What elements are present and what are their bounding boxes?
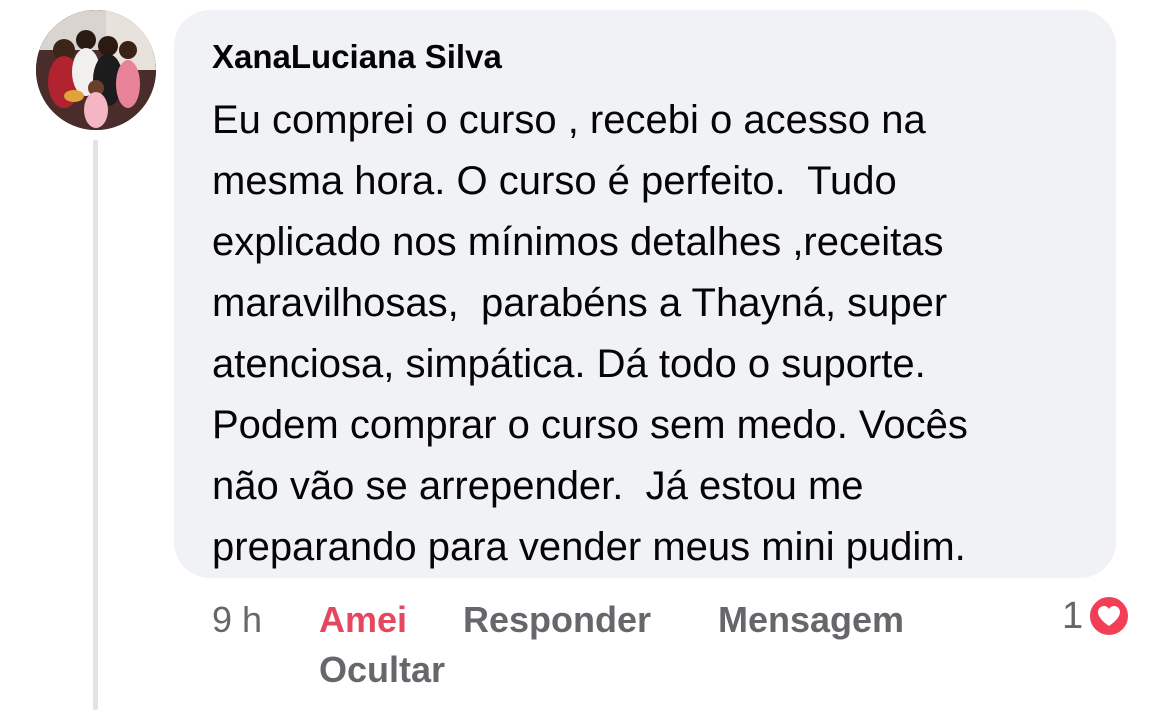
avatar[interactable] <box>36 10 156 130</box>
comment-text-line: atenciosa, simpática. Dá todo o suporte. <box>212 342 926 386</box>
reaction-summary[interactable]: 1 <box>1062 592 1132 640</box>
reply-button[interactable]: Responder <box>463 596 651 644</box>
comment-text-line: preparando para vender meus mini pudim. <box>212 525 966 569</box>
comment-text-line: não vão se arrepender. Já estou me <box>212 464 864 508</box>
message-button[interactable]: Mensagem <box>718 596 904 644</box>
comment-timestamp[interactable]: 9 h <box>212 596 262 644</box>
hide-button[interactable]: Ocultar <box>319 646 445 694</box>
comment-text-line: maravilhosas, parabéns a Thayná, super <box>212 281 948 325</box>
reaction-count: 1 <box>1062 594 1084 637</box>
comment-text-line: Podem comprar o curso sem medo. Vocês <box>212 403 968 447</box>
comment-text-line: mesma hora. O curso é perfeito. Tudo <box>212 159 897 203</box>
comment-bubble: XanaLuciana Silva Eu comprei o curso , r… <box>174 10 1116 578</box>
comment-author[interactable]: XanaLuciana Silva <box>212 38 502 76</box>
comment-text-line: explicado nos mínimos detalhes ,receitas <box>212 220 944 264</box>
love-reaction-button[interactable]: Amei <box>319 596 407 644</box>
avatar-photo <box>36 10 156 130</box>
heart-icon <box>1087 594 1132 638</box>
comment-text-line: Eu comprei o curso , recebi o acesso na <box>212 98 926 142</box>
thread-line <box>93 140 98 710</box>
comment-text: Eu comprei o curso , recebi o acesso na … <box>212 90 968 578</box>
